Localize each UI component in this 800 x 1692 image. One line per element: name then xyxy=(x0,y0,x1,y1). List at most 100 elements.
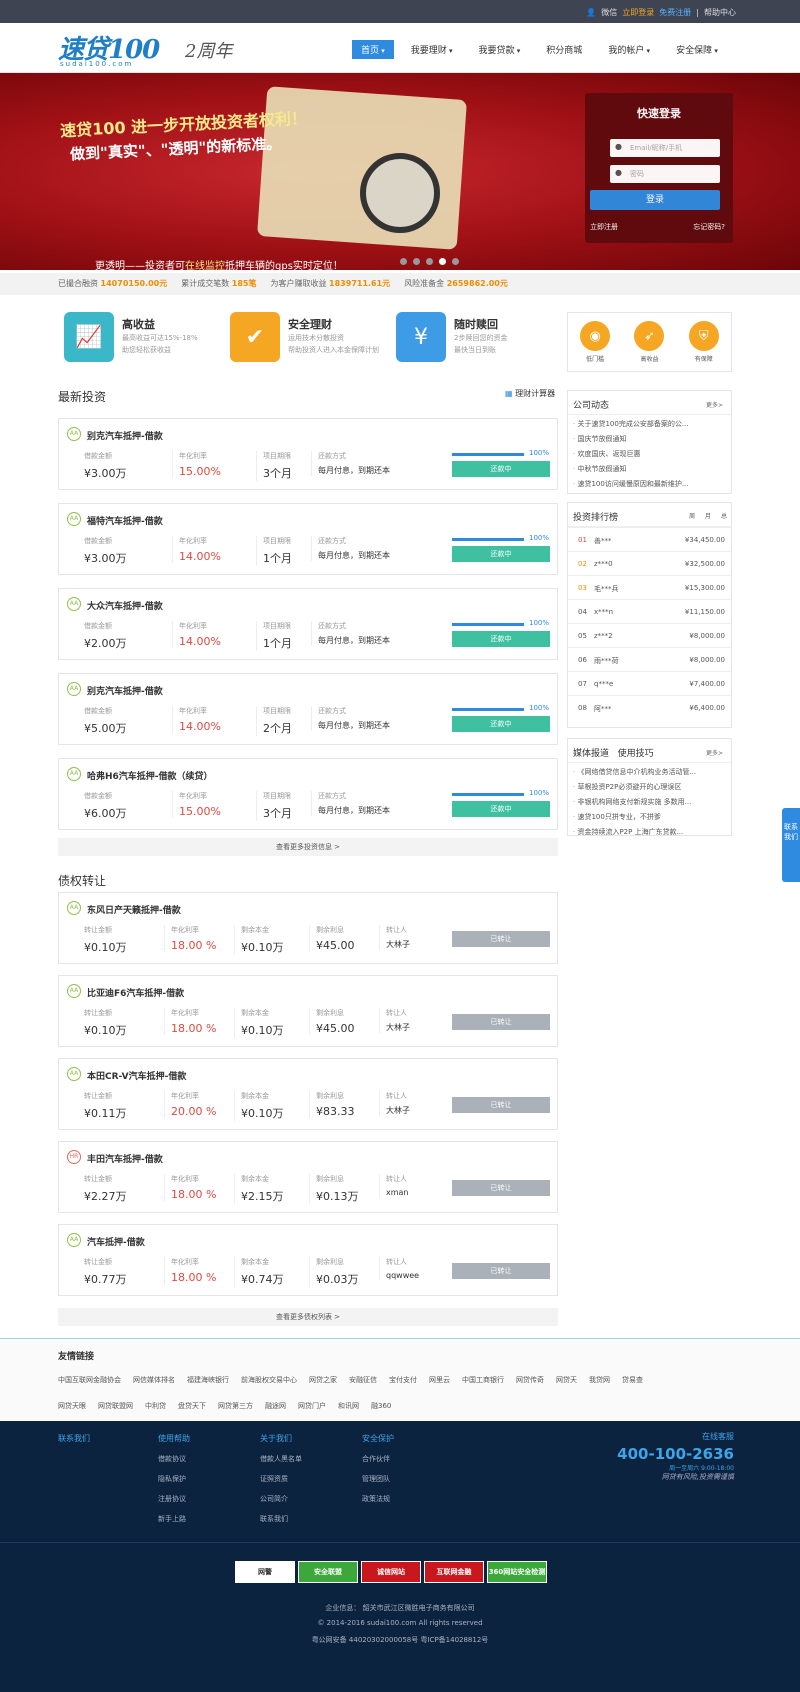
news-item[interactable]: 国庆节放假通知 xyxy=(573,432,726,447)
cert-credit[interactable]: 诚信网站 xyxy=(361,1561,421,1583)
friend-link[interactable]: 中利贷 xyxy=(145,1401,166,1411)
transferred-button[interactable]: 已转让 xyxy=(452,1263,550,1279)
transferred-button[interactable]: 已转让 xyxy=(452,1014,550,1030)
loan-title[interactable]: 别克汽车抵押-借款 xyxy=(87,684,163,697)
forgot-password-link[interactable]: 忘记密码? xyxy=(693,222,725,232)
friend-link[interactable]: 福建海峡银行 xyxy=(187,1375,229,1385)
transfer-card[interactable]: HR 丰田汽车抵押-借款 转让金额 ¥2.27万 年化利率 18.00 % 剩余本金 ¥2.1… xyxy=(58,1141,558,1213)
more-transfer-link[interactable]: 查看更多债权列表 > xyxy=(58,1308,558,1326)
status-button[interactable]: 还款中 xyxy=(452,801,550,817)
footer-link[interactable]: 联系我们 xyxy=(260,1514,302,1524)
news-more-link[interactable]: 更多> xyxy=(706,400,723,409)
media-item[interactable]: 资金持续流入P2P 上海广东贷款... xyxy=(573,825,726,840)
news-item[interactable]: 速贷100访问缓慢原因和最新维护... xyxy=(573,477,726,492)
friend-link[interactable]: 网贷门户 xyxy=(298,1401,326,1411)
media-item[interactable]: 草根投资P2P必须避开的心理误区 xyxy=(573,780,726,795)
nav-security[interactable]: 安全保障 xyxy=(667,40,727,59)
footer-link[interactable]: 新手上路 xyxy=(158,1514,190,1524)
carousel-dot[interactable] xyxy=(413,258,420,265)
nav-invest[interactable]: 我要理财 xyxy=(402,40,462,59)
footer-link[interactable]: 借款人黑名单 xyxy=(260,1454,302,1464)
transfer-card[interactable]: AA 东风日产天籁抵押-借款 转让金额 ¥0.10万 年化利率 18.00 % 剩余本金 ¥0… xyxy=(58,892,558,964)
footer-link[interactable]: 管理团队 xyxy=(362,1474,394,1484)
friend-link[interactable]: 宝付支付 xyxy=(389,1375,417,1385)
friend-link[interactable]: 融360 xyxy=(371,1401,391,1411)
tab-usage-tips[interactable]: 使用技巧 xyxy=(618,749,654,759)
friend-link[interactable]: 网贷联盟网 xyxy=(98,1401,133,1411)
friend-link[interactable]: 网贷第三方 xyxy=(218,1401,253,1411)
nav-home[interactable]: 首页 xyxy=(352,40,394,59)
cert-police[interactable]: 网警 xyxy=(235,1561,295,1583)
transfer-card[interactable]: AA 汽车抵押-借款 转让金额 ¥0.77万 年化利率 18.00 % 剩余本金 ¥0.74万… xyxy=(58,1224,558,1296)
cert-safety-alliance[interactable]: 安全联盟 xyxy=(298,1561,358,1583)
friend-link[interactable]: 盘贷天下 xyxy=(178,1401,206,1411)
register-link[interactable]: 免费注册 xyxy=(659,7,691,18)
transfer-title[interactable]: 比亚迪F6汽车抵押-借款 xyxy=(87,986,184,999)
loan-title[interactable]: 大众汽车抵押-借款 xyxy=(87,599,163,612)
friend-link[interactable]: 中国工商银行 xyxy=(462,1375,504,1385)
carousel-dot[interactable] xyxy=(400,258,407,265)
loan-title[interactable]: 福特汽车抵押-借款 xyxy=(87,514,163,527)
calculator-link[interactable]: 理财计算器 xyxy=(505,388,555,399)
help-link[interactable]: 帮助中心 xyxy=(704,7,736,18)
media-more-link[interactable]: 更多> xyxy=(706,748,723,757)
nav-account[interactable]: 我的帐户 xyxy=(599,40,659,59)
footer-link[interactable]: 借款协议 xyxy=(158,1454,190,1464)
tab-media-report[interactable]: 媒体报道 xyxy=(573,749,609,759)
transfer-title[interactable]: 丰田汽车抵押-借款 xyxy=(87,1152,163,1165)
loan-title[interactable]: 别克汽车抵押-借款 xyxy=(87,429,163,442)
cert-360[interactable]: 360网站安全检测 xyxy=(487,1561,547,1583)
email-field[interactable]: Email/昵称/手机 xyxy=(610,139,720,157)
news-item[interactable]: 中秋节放假通知 xyxy=(573,462,726,477)
invest-card[interactable]: AA 福特汽车抵押-借款 借款金额 ¥3.00万 年化利率 14.00% 项目期限 1个月 还款… xyxy=(58,503,558,575)
carousel-dot-active[interactable] xyxy=(439,258,446,265)
friend-link[interactable]: 安融征信 xyxy=(349,1375,377,1385)
tab-week[interactable]: 周 xyxy=(689,511,695,520)
friend-link[interactable]: 贷易查 xyxy=(622,1375,643,1385)
status-button[interactable]: 还款中 xyxy=(452,546,550,562)
status-button[interactable]: 还款中 xyxy=(452,716,550,732)
footer-link[interactable]: 注册协议 xyxy=(158,1494,190,1504)
invest-card[interactable]: AA 哈弗H6汽车抵押-借款（续贷） 借款金额 ¥6.00万 年化利率 15.00% 项目期… xyxy=(58,758,558,830)
friend-link[interactable]: 网贷传奇 xyxy=(516,1375,544,1385)
tab-total[interactable]: 总 xyxy=(721,511,727,520)
password-field[interactable]: 密码 xyxy=(610,165,720,183)
friend-link[interactable]: 网里云 xyxy=(429,1375,450,1385)
carousel-dot[interactable] xyxy=(426,258,433,265)
friend-link[interactable]: 我贷网 xyxy=(589,1375,610,1385)
media-item[interactable]: 速贷100只拼专业，不拼爹 xyxy=(573,810,726,825)
news-item[interactable]: 欢度国庆、返现巨惠 xyxy=(573,447,726,462)
online-service-link[interactable]: 在线客服 xyxy=(604,1431,734,1442)
login-button[interactable]: 登录 xyxy=(590,190,720,210)
quick-register-link[interactable]: 立即注册 xyxy=(590,222,618,232)
wechat-link[interactable]: 微信 xyxy=(601,7,617,18)
cert-finance[interactable]: 互联网金融 xyxy=(424,1561,484,1583)
friend-link[interactable]: 前海股权交易中心 xyxy=(241,1375,297,1385)
footer-link[interactable]: 合作伙伴 xyxy=(362,1454,394,1464)
friend-link[interactable]: 中国互联网金融协会 xyxy=(58,1375,121,1385)
friend-link[interactable]: 网信媒体排名 xyxy=(133,1375,175,1385)
friend-link[interactable]: 融途网 xyxy=(265,1401,286,1411)
transfer-title[interactable]: 东风日产天籁抵押-借款 xyxy=(87,903,181,916)
carousel-dot[interactable] xyxy=(452,258,459,265)
friend-link[interactable]: 网贷天眼 xyxy=(58,1401,86,1411)
loan-title[interactable]: 哈弗H6汽车抵押-借款（续贷） xyxy=(87,769,213,782)
news-item[interactable]: 关于速贷100完成公安部备案的公... xyxy=(573,417,726,432)
transfer-card[interactable]: AA 本田CR-V汽车抵押-借款 转让金额 ¥0.11万 年化利率 20.00 % 剩余本金… xyxy=(58,1058,558,1130)
transferred-button[interactable]: 已转让 xyxy=(452,1097,550,1113)
invest-card[interactable]: AA 别克汽车抵押-借款 借款金额 ¥5.00万 年化利率 14.00% 项目期限 2个月 还款… xyxy=(58,673,558,745)
invest-card[interactable]: AA 别克汽车抵押-借款 借款金额 ¥3.00万 年化利率 15.00% 项目期限 3个月 还款… xyxy=(58,418,558,490)
friend-link[interactable]: 和讯网 xyxy=(338,1401,359,1411)
footer-link[interactable]: 公司简介 xyxy=(260,1494,302,1504)
invest-card[interactable]: AA 大众汽车抵押-借款 借款金额 ¥2.00万 年化利率 14.00% 项目期限 1个月 还款… xyxy=(58,588,558,660)
friend-link[interactable]: 网贷之家 xyxy=(309,1375,337,1385)
more-invest-link[interactable]: 查看更多投资信息 > xyxy=(58,838,558,856)
transferred-button[interactable]: 已转让 xyxy=(452,931,550,947)
tab-month[interactable]: 月 xyxy=(705,511,711,520)
nav-loan[interactable]: 我要贷款 xyxy=(470,40,530,59)
login-link[interactable]: 立即登录 xyxy=(622,7,654,18)
media-item[interactable]: 非银机构网络支付新规实施 多数用... xyxy=(573,795,726,810)
friend-link[interactable]: 网贷天 xyxy=(556,1375,577,1385)
media-item[interactable]: 《网络借贷信息中介机构业务活动管... xyxy=(573,765,726,780)
transfer-title[interactable]: 汽车抵押-借款 xyxy=(87,1235,145,1248)
